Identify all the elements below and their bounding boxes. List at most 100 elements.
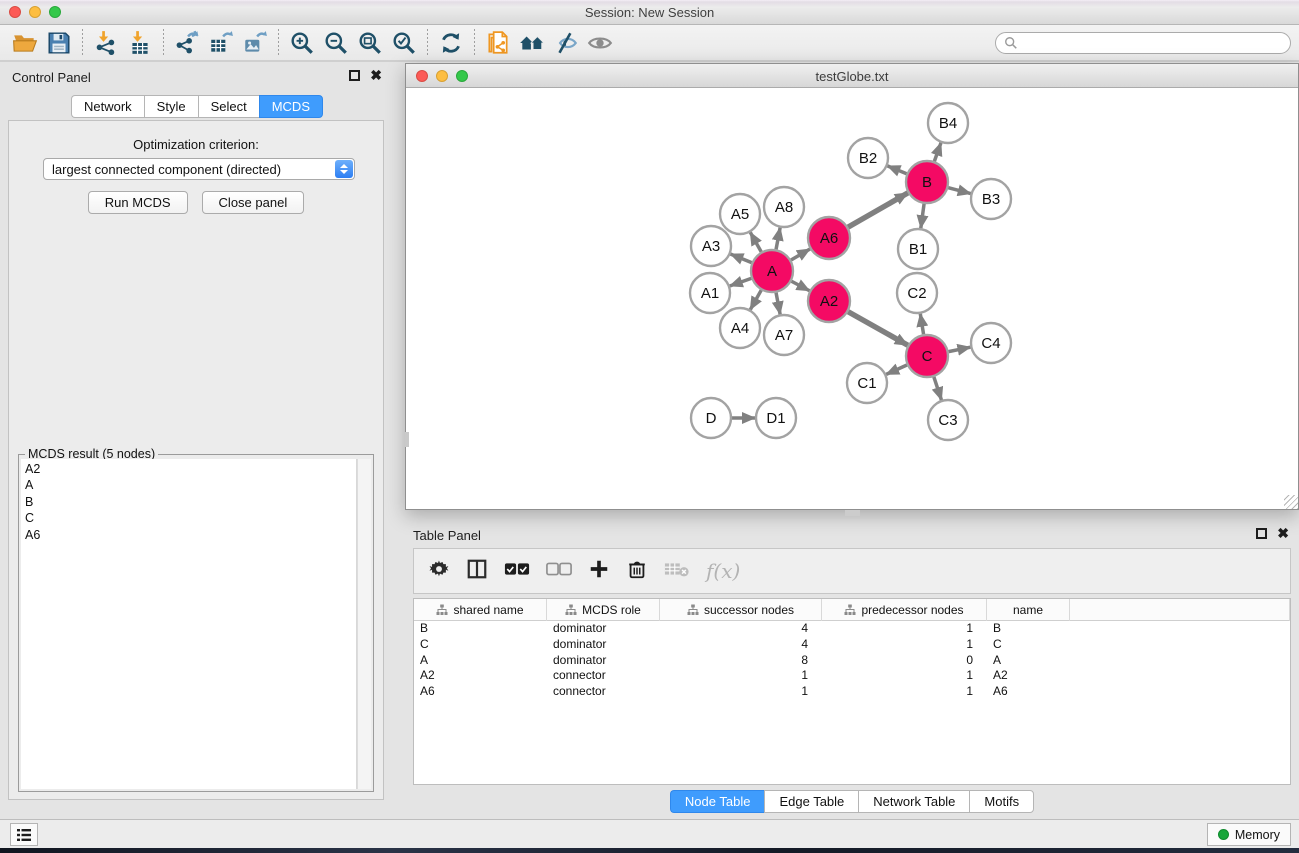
graph-node-A6[interactable]: A6 (808, 217, 850, 259)
search-box[interactable] (995, 32, 1291, 54)
graph-edge-A-A1[interactable] (730, 278, 751, 286)
graph-edge-A-A5[interactable] (750, 232, 761, 252)
new-network-from-selection-icon[interactable] (481, 28, 515, 58)
export-image-icon[interactable] (238, 28, 272, 58)
criterion-select[interactable]: largest connected component (directed) (43, 158, 355, 180)
column-header[interactable]: successor nodes (660, 599, 822, 621)
table-cell[interactable]: A (987, 653, 1070, 669)
graph-node-B3[interactable]: B3 (971, 179, 1011, 219)
first-neighbors-icon[interactable] (515, 28, 549, 58)
mcds-result-item[interactable]: A (25, 477, 352, 493)
mcds-result-item[interactable]: A6 (25, 527, 352, 543)
close-table-panel-icon[interactable]: ✖ (1277, 528, 1289, 539)
create-column-icon[interactable] (588, 558, 610, 585)
function-builder-icon[interactable]: f(x) (706, 559, 740, 583)
network-vertical-scrollbar[interactable] (405, 432, 409, 447)
close-panel-button[interactable]: Close panel (202, 191, 305, 214)
graph-edge-A-A6[interactable] (791, 249, 810, 260)
graph-edge-B-B2[interactable] (887, 166, 906, 174)
graph-node-A3[interactable]: A3 (691, 226, 731, 266)
table-cell[interactable]: B (987, 621, 1070, 637)
graph-node-A2[interactable]: A2 (808, 280, 850, 322)
mcds-result-item[interactable]: C (25, 510, 352, 526)
tab-style[interactable]: Style (144, 95, 198, 118)
table-row[interactable]: Cdominator41C (414, 637, 1290, 653)
tab-node-table[interactable]: Node Table (670, 790, 765, 813)
graph-edge-C-C2[interactable] (920, 314, 923, 335)
table-cell[interactable]: 1 (660, 668, 822, 684)
tab-mcds[interactable]: MCDS (259, 95, 323, 118)
table-cell[interactable]: 1 (660, 684, 822, 700)
table-cell[interactable]: dominator (547, 653, 660, 669)
table-cell[interactable]: dominator (547, 637, 660, 653)
graph-node-A8[interactable]: A8 (764, 187, 804, 227)
graph-node-C[interactable]: C (906, 335, 948, 377)
graph-node-C1[interactable]: C1 (847, 363, 887, 403)
table-cell[interactable]: A (414, 653, 547, 669)
network-window-titlebar[interactable]: testGlobe.txt (406, 64, 1298, 88)
table-cell[interactable]: A2 (414, 668, 547, 684)
export-network-icon[interactable] (170, 28, 204, 58)
export-table-icon[interactable] (204, 28, 238, 58)
graph-node-A5[interactable]: A5 (720, 194, 760, 234)
table-row[interactable]: A6connector11A6 (414, 684, 1290, 700)
table-cell[interactable]: 0 (822, 653, 987, 669)
graph-node-D1[interactable]: D1 (756, 398, 796, 438)
column-header[interactable]: shared name (414, 599, 547, 621)
tab-network[interactable]: Network (71, 95, 144, 118)
table-cell[interactable]: connector (547, 684, 660, 700)
column-header[interactable]: predecessor nodes (822, 599, 987, 621)
graph-node-A1[interactable]: A1 (690, 273, 730, 313)
zoom-selected-icon[interactable] (387, 28, 421, 58)
select-all-columns-icon[interactable] (504, 560, 530, 583)
zoom-fit-icon[interactable] (353, 28, 387, 58)
table-cell[interactable]: C (987, 637, 1070, 653)
graph-node-B4[interactable]: B4 (928, 103, 968, 143)
table-cell[interactable]: 1 (822, 621, 987, 637)
graph-node-B[interactable]: B (906, 161, 948, 203)
table-row[interactable]: Adominator80A (414, 653, 1290, 669)
graph-edge-B-B1[interactable] (921, 204, 924, 228)
graph-node-D[interactable]: D (691, 398, 731, 438)
save-session-icon[interactable] (42, 28, 76, 58)
graph-edge-A-A8[interactable] (776, 228, 780, 250)
delete-table-icon[interactable] (664, 559, 690, 584)
graph-edge-A-A4[interactable] (750, 290, 761, 310)
table-cell[interactable]: B (414, 621, 547, 637)
graph-edge-A-A3[interactable] (730, 254, 751, 263)
run-mcds-button[interactable]: Run MCDS (88, 191, 188, 214)
show-column-icon[interactable] (466, 558, 488, 585)
mcds-result-scrollbar[interactable] (357, 459, 371, 789)
table-cell[interactable]: 1 (822, 684, 987, 700)
import-network-icon[interactable] (89, 28, 123, 58)
search-input[interactable] (1018, 36, 1282, 50)
tab-motifs[interactable]: Motifs (969, 790, 1034, 813)
task-history-button[interactable] (10, 823, 38, 846)
graph-node-B2[interactable]: B2 (848, 138, 888, 178)
graph-node-C3[interactable]: C3 (928, 400, 968, 440)
table-cell[interactable]: A6 (987, 684, 1070, 700)
graph-edge-A6-B[interactable] (848, 193, 908, 227)
zoom-in-icon[interactable] (285, 28, 319, 58)
graph-edge-C-C1[interactable] (886, 365, 907, 374)
graph-node-C2[interactable]: C2 (897, 273, 937, 313)
open-file-icon[interactable] (8, 28, 42, 58)
mcds-result-list[interactable]: A2ABCA6 (21, 459, 357, 789)
import-table-icon[interactable] (123, 28, 157, 58)
graph-edge-C-C3[interactable] (934, 377, 942, 400)
hide-graphics-details-icon[interactable] (549, 28, 583, 58)
table-cell[interactable]: A6 (414, 684, 547, 700)
table-cell[interactable]: 1 (822, 668, 987, 684)
table-cell[interactable]: C (414, 637, 547, 653)
tab-edge-table[interactable]: Edge Table (764, 790, 858, 813)
graph-edge-A-A2[interactable] (791, 281, 809, 291)
table-cell[interactable]: 1 (822, 637, 987, 653)
table-row[interactable]: Bdominator41B (414, 621, 1290, 637)
graph-node-A[interactable]: A (751, 250, 793, 292)
graph-edge-B-B3[interactable] (948, 188, 970, 194)
table-row[interactable]: A2connector11A2 (414, 668, 1290, 684)
graph-edge-A-A7[interactable] (776, 293, 780, 315)
column-header[interactable]: MCDS role (547, 599, 660, 621)
tab-select[interactable]: Select (198, 95, 259, 118)
delete-columns-icon[interactable] (626, 558, 648, 585)
